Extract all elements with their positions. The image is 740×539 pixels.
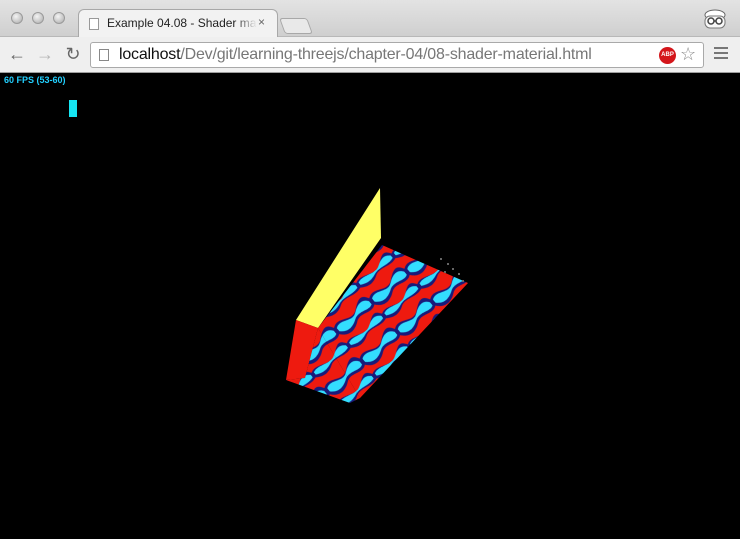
browser-toolbar: ← → ↻ localhost/Dev/git/learning-threejs… bbox=[0, 37, 740, 73]
adblock-extension-icon[interactable]: ABP bbox=[659, 47, 676, 64]
new-tab-button[interactable] bbox=[279, 18, 313, 34]
tab-close-icon[interactable]: × bbox=[258, 15, 265, 29]
forward-button[interactable]: → bbox=[34, 43, 56, 65]
incognito-user-icon[interactable] bbox=[700, 6, 730, 34]
tab-title: Example 04.08 - Shader material bbox=[107, 16, 257, 30]
title-bar: Example 04.08 - Shader material × bbox=[0, 0, 740, 38]
3d-scene bbox=[286, 188, 468, 403]
zoom-window-button[interactable] bbox=[53, 12, 65, 24]
webgl-viewport[interactable]: 60 FPS (53-60) bbox=[0, 73, 740, 539]
reload-button[interactable]: ↻ bbox=[62, 43, 84, 65]
back-button[interactable]: ← bbox=[6, 43, 28, 65]
url-text[interactable]: localhost/Dev/git/learning-threejs/chapt… bbox=[119, 46, 592, 64]
minimize-window-button[interactable] bbox=[32, 12, 44, 24]
url-path: /Dev/git/learning-threejs/chapter-04/08-… bbox=[180, 46, 592, 63]
close-window-button[interactable] bbox=[11, 12, 23, 24]
tab-active[interactable]: Example 04.08 - Shader material × bbox=[78, 9, 278, 38]
page-favicon-icon bbox=[89, 18, 99, 30]
bookmark-star-icon[interactable]: ☆ bbox=[680, 44, 696, 65]
page-icon bbox=[99, 49, 109, 61]
address-bar[interactable]: localhost/Dev/git/learning-threejs/chapt… bbox=[90, 42, 704, 68]
url-host: localhost bbox=[119, 46, 181, 63]
chrome-menu-icon[interactable] bbox=[714, 47, 728, 61]
